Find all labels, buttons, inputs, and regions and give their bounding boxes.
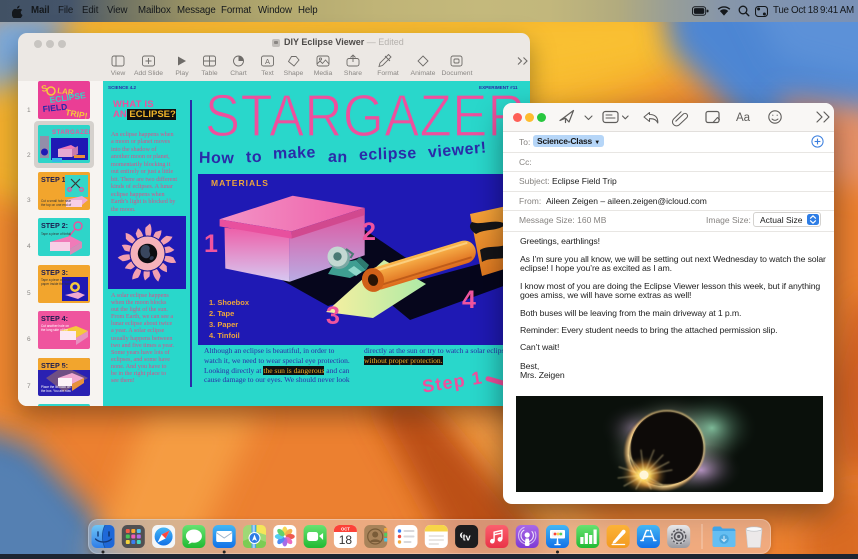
svg-text:Play: Play — [175, 70, 189, 77]
svg-text:View: View — [111, 70, 126, 77]
svg-text:TRIP!: TRIP! — [65, 107, 89, 119]
svg-text:FIELD: FIELD — [42, 101, 67, 114]
svg-text:Format: Format — [377, 70, 399, 77]
svg-text:Table: Table — [201, 70, 217, 77]
svg-text:STEP 1:: STEP 1: — [41, 175, 68, 184]
svg-text:Media: Media — [314, 70, 333, 77]
svg-text:Tape a piece of tinfoil: Tape a piece of tinfoil — [41, 232, 71, 236]
svg-text:STEP 4:: STEP 4: — [41, 314, 68, 323]
svg-text:STARGAZER: STARGAZER — [52, 129, 90, 136]
svg-text:2. Tape: 2. Tape — [209, 309, 234, 318]
svg-text:Text: Text — [261, 70, 274, 77]
svg-text:3. Paper: 3. Paper — [209, 320, 238, 329]
svg-text:Chart: Chart — [230, 70, 247, 77]
svg-text:the long side of the: the long side of the — [41, 328, 68, 332]
svg-text:OCT: OCT — [341, 527, 350, 532]
svg-text:Document: Document — [442, 70, 473, 77]
svg-text:Aa: Aa — [736, 112, 751, 124]
svg-text:the top on one end of: the top on one end of — [41, 203, 71, 207]
svg-text:Shape: Shape — [284, 70, 304, 77]
svg-text:18: 18 — [339, 533, 353, 547]
svg-text:2: 2 — [362, 218, 376, 246]
svg-text:Add Slide: Add Slide — [134, 70, 163, 77]
svg-text:1. Shoebox: 1. Shoebox — [209, 298, 250, 307]
svg-text:tv: tv — [463, 533, 471, 543]
svg-text:1: 1 — [204, 230, 218, 258]
svg-text:Animate: Animate — [411, 70, 436, 77]
svg-text:3: 3 — [326, 302, 340, 330]
svg-text:A: A — [265, 57, 270, 66]
svg-text:4: 4 — [462, 286, 476, 314]
svg-text:the box. You are now: the box. You are now — [41, 389, 71, 393]
svg-text:4. Tinfoil: 4. Tinfoil — [209, 331, 240, 340]
svg-text:Share: Share — [344, 70, 362, 77]
svg-text:paper inside the box: paper inside the box — [41, 282, 70, 286]
svg-text:STEP 2:: STEP 2: — [41, 221, 68, 230]
svg-text:STEP 3:: STEP 3: — [41, 268, 68, 277]
